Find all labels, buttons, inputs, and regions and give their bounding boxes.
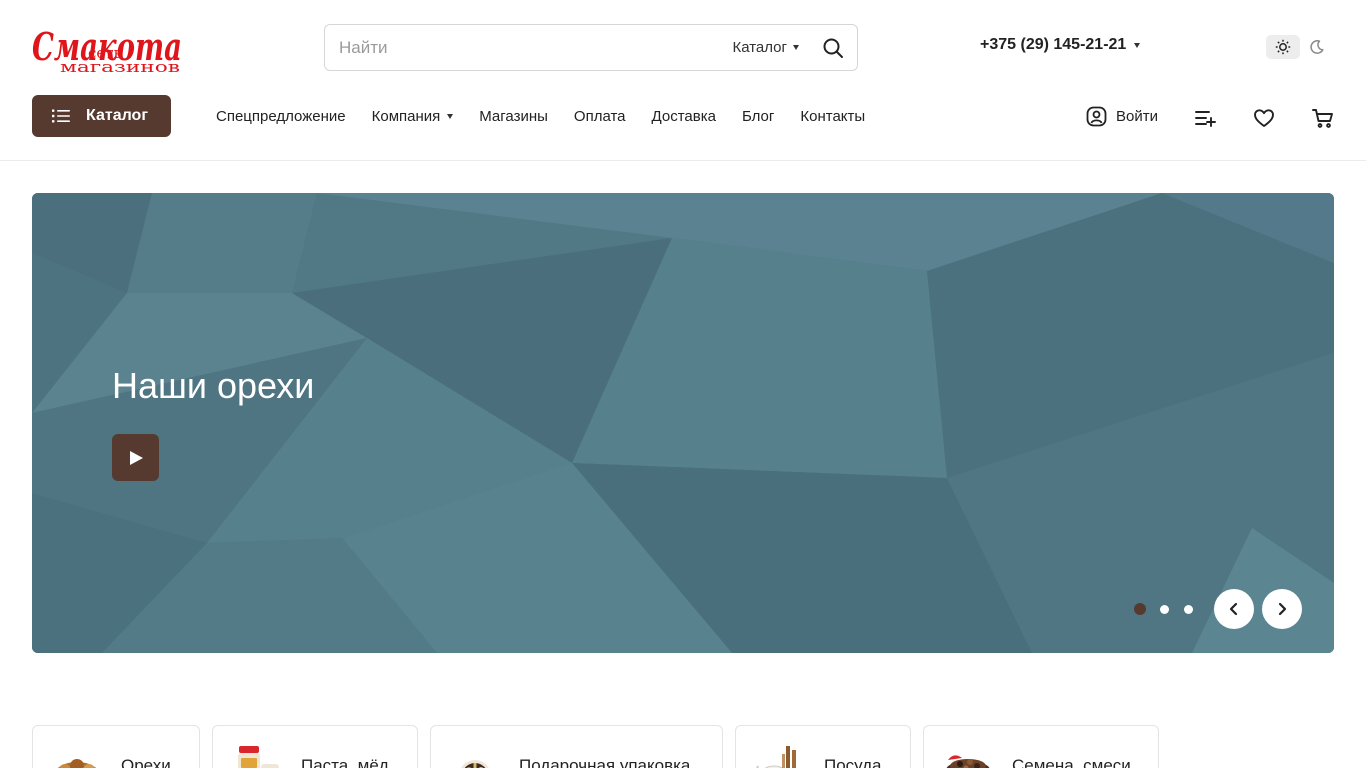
slider-dot-2[interactable] <box>1160 605 1169 614</box>
nuts-image <box>57 759 97 768</box>
nav-item-label: Спецпредложение <box>216 108 346 125</box>
list-icon <box>52 109 70 123</box>
nav-item-label: Магазины <box>479 108 548 125</box>
teapot-image <box>756 746 796 768</box>
sun-icon <box>1275 39 1291 55</box>
play-button[interactable] <box>112 434 159 481</box>
nav-item-label: Оплата <box>573 108 626 125</box>
dark-theme-button[interactable] <box>1306 36 1328 58</box>
nav-item-label: Контакты <box>800 108 866 125</box>
cart-icon[interactable] <box>1311 106 1335 130</box>
login-label: Войти <box>1116 108 1158 125</box>
moon-icon <box>1310 40 1324 54</box>
category-chip-tableware[interactable]: Посуда <box>735 725 911 768</box>
search-icon[interactable] <box>821 36 845 60</box>
light-theme-button[interactable] <box>1266 35 1300 59</box>
main-nav: Спецпредложение Компания Магазины Оплата… <box>216 108 891 125</box>
phone-dropdown[interactable]: +375 (29) 145-21-21 <box>980 36 1141 54</box>
slider-dot-3[interactable] <box>1184 605 1193 614</box>
hero-banner: Наши орехи <box>32 193 1334 653</box>
heart-icon[interactable] <box>1252 106 1276 130</box>
caret-down-icon <box>793 45 799 50</box>
search-category-label: Каталог <box>732 39 787 56</box>
category-label: Посуда <box>824 756 882 768</box>
compare-list-icon[interactable] <box>1193 106 1217 130</box>
chevron-right-icon <box>1278 602 1287 616</box>
category-chip-paste-honey[interactable]: Паста, мёд <box>212 725 418 768</box>
nav-item-delivery[interactable]: Доставка <box>652 108 716 125</box>
nav-item-blog[interactable]: Блог <box>742 108 774 125</box>
gift-box-image <box>461 760 489 768</box>
nav-item-label: Доставка <box>651 108 716 125</box>
logo[interactable]: Смакота сеть магазинов <box>30 18 186 76</box>
nav-item-contacts[interactable]: Контакты <box>800 108 865 125</box>
honey-jar-image <box>238 746 279 768</box>
catalog-button-label: Каталог <box>86 107 148 124</box>
slider-prev-button[interactable] <box>1214 589 1254 629</box>
catalog-button[interactable]: Каталог <box>32 95 171 137</box>
nav-item-label: Блог <box>741 108 775 125</box>
category-chip-gift-packaging[interactable]: Подарочная упаковка <box>430 725 723 768</box>
category-label: Орехи <box>121 756 171 768</box>
play-icon <box>129 450 143 465</box>
slider-next-button[interactable] <box>1262 589 1302 629</box>
caret-down-icon <box>447 114 454 119</box>
category-label: Подарочная упаковка <box>519 756 691 768</box>
phone-number: +375 (29) 145-21-21 <box>980 36 1127 53</box>
chevron-left-icon <box>1229 602 1238 616</box>
seeds-bowl-image <box>946 755 990 768</box>
logo-sub-text-2: магазинов <box>60 58 180 76</box>
caret-down-icon <box>1134 42 1141 48</box>
nav-item-payment[interactable]: Оплата <box>574 108 626 125</box>
nav-item-label: Компания <box>371 108 441 125</box>
header-divider <box>0 160 1366 161</box>
category-chip-seeds-mixes[interactable]: Семена, смеси <box>923 725 1159 768</box>
banner-title: Наши орехи <box>112 365 315 406</box>
search-category-dropdown[interactable]: Каталог <box>732 39 799 56</box>
category-label: Семена, смеси <box>1012 756 1131 768</box>
login-button[interactable]: Войти <box>1086 106 1158 127</box>
nav-item-special-offer[interactable]: Спецпредложение <box>216 108 346 125</box>
banner-background <box>32 193 1334 653</box>
search-input[interactable] <box>325 25 733 70</box>
user-icon <box>1086 106 1107 127</box>
category-chip-nuts[interactable]: Орехи <box>32 725 200 768</box>
nav-item-stores[interactable]: Магазины <box>479 108 548 125</box>
search-bar: Каталог <box>324 24 858 71</box>
category-label: Паста, мёд <box>301 756 389 768</box>
nav-item-company[interactable]: Компания <box>372 108 454 125</box>
slider-dot-1[interactable] <box>1134 603 1146 615</box>
